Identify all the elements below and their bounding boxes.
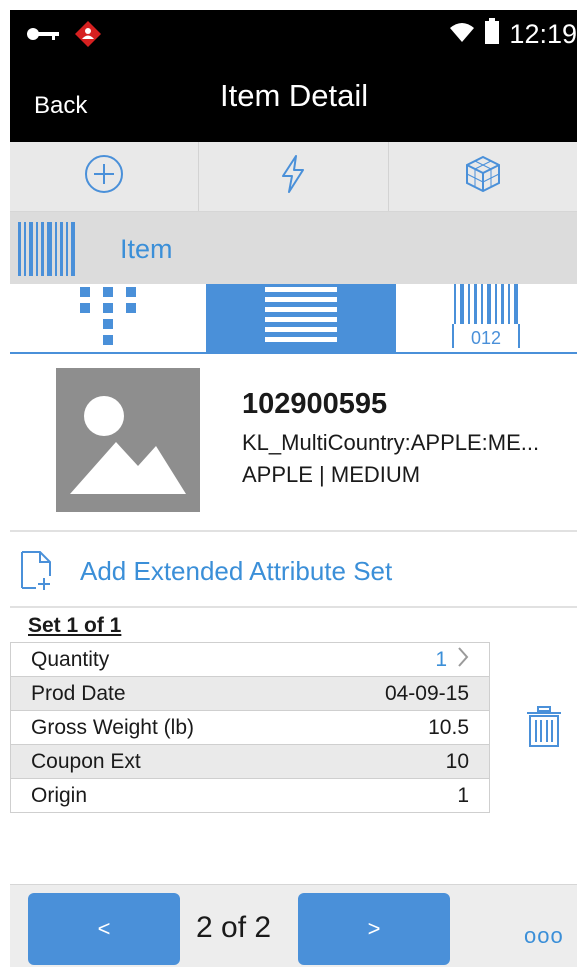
attribute-value: 10.5 (428, 715, 469, 739)
battery-icon (485, 18, 500, 51)
attribute-label: Prod Date (31, 681, 126, 705)
add-circle-icon (84, 154, 124, 199)
attribute-row-quantity[interactable]: Quantity 1 (10, 643, 490, 677)
chevron-right-icon (457, 646, 469, 674)
item-image (56, 368, 200, 512)
quick-action-button[interactable] (199, 142, 389, 211)
page-indicator: 2 of 2 (196, 911, 272, 944)
list-view-icon (265, 285, 337, 352)
attribute-row: Coupon Ext 10 (10, 745, 490, 779)
app-logo-icon (74, 20, 102, 53)
attribute-label: Origin (31, 783, 88, 807)
tab-grid-view[interactable] (10, 284, 206, 352)
image-placeholder-icon (70, 396, 186, 494)
status-bar: 12:19 (10, 10, 577, 58)
previous-button[interactable]: < (28, 893, 180, 965)
grid-view-icon (76, 285, 140, 352)
action-bar (10, 142, 577, 212)
item-subtitle: APPLE | MEDIUM (242, 462, 421, 487)
attribute-label: Coupon Ext (31, 749, 141, 773)
footer-bar: < 2 of 2 > ooo (10, 884, 577, 967)
item-summary: 102900595 KL_MultiCountry:APPLE:ME... AP… (10, 354, 577, 532)
tab-barcode-view[interactable]: 012 (396, 283, 577, 353)
attribute-value: 10 (445, 749, 469, 773)
attribute-row: Prod Date 04-09-15 (10, 677, 490, 711)
attribute-row: Origin 1 (10, 779, 490, 813)
tab-list-view[interactable] (206, 284, 396, 352)
title-bar: Back Item Detail (10, 58, 577, 142)
attribute-label: Quantity (31, 647, 110, 671)
scan-bar[interactable]: Item (10, 212, 577, 284)
status-time: 12:19 (509, 19, 577, 49)
item-number: 102900595 (242, 388, 388, 420)
package-button[interactable] (389, 142, 577, 211)
attribute-row: Gross Weight (lb) 10.5 (10, 711, 490, 745)
barcode-icon (18, 222, 76, 281)
view-tabs: 012 (10, 283, 577, 354)
add-attribute-set-button[interactable]: Add Extended Attribute Set (10, 532, 577, 608)
add-document-icon (20, 550, 56, 595)
attribute-value: 1 (457, 783, 469, 807)
attribute-value: 04-09-15 (384, 681, 469, 705)
next-button[interactable]: > (298, 893, 450, 965)
add-attribute-set-label: Add Extended Attribute Set (80, 556, 393, 586)
barcode-view-icon: 012 (451, 283, 522, 353)
trash-icon[interactable] (526, 706, 562, 753)
attribute-value: 1 (435, 647, 447, 671)
cube-icon (464, 155, 502, 198)
page-title: Item Detail (220, 78, 369, 113)
item-description: KL_MultiCountry:APPLE:ME... (242, 430, 540, 455)
attribute-table: Quantity 1 Prod Date 04-09-15 Gross Weig… (10, 642, 490, 813)
attribute-label: Gross Weight (lb) (31, 715, 194, 739)
add-button[interactable] (10, 142, 200, 211)
lightning-icon (280, 155, 306, 198)
set-label: Set 1 of 1 (28, 614, 122, 637)
wifi-icon (449, 19, 475, 50)
key-icon (26, 27, 60, 46)
more-menu-button[interactable]: ooo (524, 923, 564, 949)
back-button[interactable]: Back (34, 92, 87, 120)
scan-label: Item (120, 234, 173, 264)
barcode-caption: 012 (470, 328, 500, 348)
